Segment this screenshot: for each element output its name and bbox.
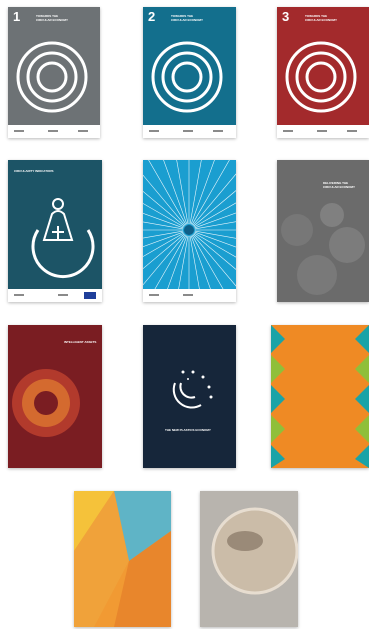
report-cover-orange-triangles[interactable]	[271, 325, 369, 468]
radial-line	[194, 231, 236, 248]
cover-title: THE NEW PLASTICS ECONOMY	[165, 428, 211, 432]
radial-line	[194, 212, 236, 229]
radial-lines-graphic	[143, 160, 236, 302]
globe-icon	[184, 225, 194, 235]
report-cover-sphere-photo[interactable]	[200, 491, 298, 627]
report-cover-delivering-circular-economy[interactable]: DELIVERING THE CIRCULAR ECONOMY	[277, 160, 369, 302]
radial-line	[143, 212, 184, 229]
report-cover-towards-circular-economy-1[interactable]: 1 TOWARDS THE CIRCULAR ECONOMY	[8, 7, 100, 138]
sphere-graphic	[211, 507, 298, 595]
radial-line	[176, 160, 189, 225]
radial-line	[143, 231, 184, 248]
concentric-circles-graphic	[151, 41, 223, 113]
report-cover-circularity-indicators[interactable]: CIRCULARITY INDICATORS	[8, 160, 102, 302]
cover-title-line2: CIRCULAR ECONOMY	[305, 18, 337, 22]
radial-line	[189, 160, 202, 225]
report-cover-colour-blocks[interactable]	[74, 491, 171, 627]
cover-title-line2: CIRCULAR ECONOMY	[171, 18, 203, 22]
logo-strip	[277, 125, 369, 138]
gear-circles-graphic	[12, 369, 80, 437]
report-cover-towards-circular-economy-3[interactable]: 3 TOWARDS THE CIRCULAR ECONOMY	[277, 7, 369, 138]
concentric-circles-graphic	[285, 41, 357, 113]
report-cover-new-plastics-economy[interactable]: THE NEW PLASTICS ECONOMY	[143, 325, 236, 468]
radial-line	[143, 233, 185, 269]
cover-title: INTELLIGENT ASSETS	[64, 340, 97, 344]
report-cover-radial-lines[interactable]	[143, 160, 236, 302]
circularity-figure-graphic	[31, 198, 95, 279]
colour-block-graphic	[74, 491, 171, 627]
volume-number: 3	[282, 9, 290, 24]
cover-title-line2: CIRCULAR ECONOMY	[36, 18, 68, 22]
logo-strip	[8, 125, 100, 138]
radial-line	[194, 230, 236, 239]
report-cover-towards-circular-economy-2[interactable]: 2 TOWARDS THE CIRCULAR ECONOMY	[143, 7, 236, 138]
report-cover-intelligent-assets[interactable]: INTELLIGENT ASSETS	[8, 325, 102, 468]
volume-number: 1	[13, 9, 21, 24]
radial-line	[194, 221, 236, 230]
volume-number: 2	[148, 9, 156, 24]
dotted-arcs-graphic	[172, 370, 213, 409]
radial-line	[143, 221, 184, 230]
cover-title-line2: CIRCULAR ECONOMY	[323, 185, 355, 189]
radial-line	[191, 160, 230, 225]
radial-line	[148, 160, 187, 225]
radial-line	[143, 230, 184, 239]
logo-strip	[8, 289, 102, 302]
triangle-border-graphic	[271, 325, 369, 468]
logo-strip	[143, 125, 236, 138]
concentric-circles-graphic	[16, 41, 88, 113]
logo-strip	[143, 289, 236, 302]
radial-line	[143, 191, 185, 227]
